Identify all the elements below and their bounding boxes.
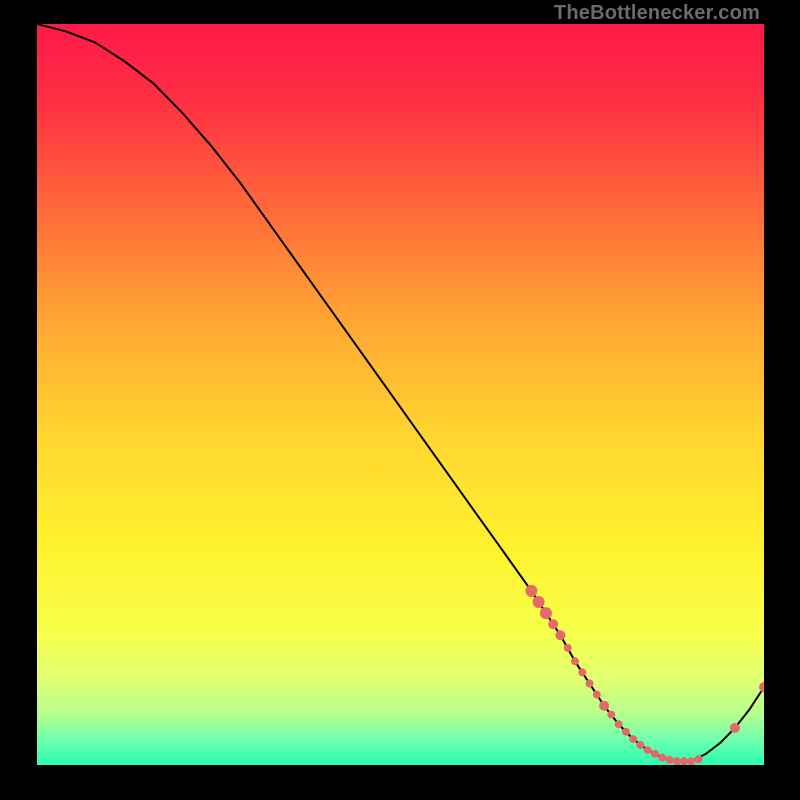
data-marker: [555, 630, 565, 640]
chart-stage: TheBottlenecker.com: [0, 0, 800, 800]
data-marker: [533, 596, 545, 608]
data-marker: [695, 755, 703, 763]
data-marker: [644, 746, 652, 754]
data-marker: [593, 691, 601, 699]
data-marker: [658, 754, 666, 762]
data-marker: [759, 682, 764, 692]
data-marker: [629, 735, 637, 743]
data-marker: [540, 607, 552, 619]
data-marker: [525, 585, 537, 597]
watermark-text: TheBottlenecker.com: [554, 2, 760, 25]
data-marker: [687, 757, 695, 765]
data-marker: [636, 741, 644, 749]
bottleneck-curve: [37, 24, 764, 765]
data-marker: [666, 756, 674, 764]
plot-area: [37, 24, 764, 765]
data-marker: [680, 757, 688, 765]
data-marker: [564, 644, 572, 652]
data-marker: [651, 750, 659, 758]
data-marker: [615, 720, 623, 728]
data-marker: [673, 757, 681, 765]
data-marker: [578, 668, 586, 676]
data-marker: [607, 711, 615, 719]
data-marker: [571, 657, 579, 665]
data-marker: [586, 680, 594, 688]
data-marker: [730, 723, 740, 733]
data-marker: [548, 619, 558, 629]
data-marker: [599, 701, 609, 711]
data-marker: [622, 728, 630, 736]
